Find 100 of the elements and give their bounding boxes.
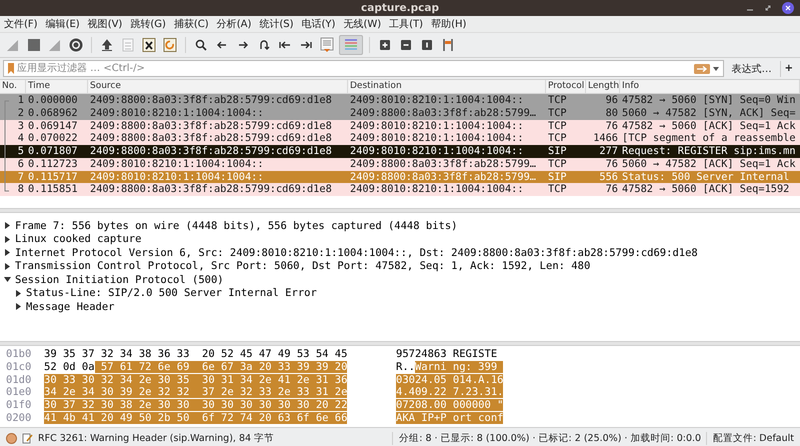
- expand-arrow-icon[interactable]: [4, 222, 11, 230]
- menu-item[interactable]: 编辑(E): [46, 17, 80, 31]
- close-file-icon[interactable]: [141, 37, 157, 53]
- upload-icon[interactable]: [99, 37, 115, 53]
- packet-row[interactable]: 8 0.115851 2409:8800:8a03:3f8f:ab28:5799:cd69:d1e8 2409:8010:8210:1:1004:1004:: TCP 76 47582 → 5060 [ACK] Seq=1592: [0, 183, 800, 196]
- table-cell-text: Status: 500 Server Internal: [621, 170, 790, 184]
- table-cell-text: 0.000000: [27, 94, 79, 107]
- table-cell-text: 2409:8800:8a03:3f8f:ab28:5799…: [349, 170, 537, 184]
- table-cell-text: 4: [16, 132, 25, 145]
- zoom-in-icon[interactable]: [377, 37, 393, 53]
- display-filter-field[interactable]: 应用显示过滤器 … <Ctrl-/>: [3, 60, 724, 77]
- column-header[interactable]: Length: [586, 80, 620, 93]
- table-cell-text: 2409:8800:8a03:3f8f:ab28:5799…: [349, 106, 537, 120]
- menu-item[interactable]: 分析(A): [216, 17, 252, 31]
- table-cell-text: 2409:8010:8210:1:1004:1004::: [349, 120, 525, 132]
- packet-row[interactable]: 2 0.068962 2409:8010:8210:1:1004:1004:: 2409:8800:8a03:3f8f:ab28:5799… TCP 80 5060 → 47582 [SYN, ACK] Seq=: [0, 106, 800, 120]
- pencil-icon[interactable]: [22, 432, 33, 444]
- byte-offset: 01b0: [5, 348, 32, 361]
- menu-item[interactable]: 帮助(H): [431, 17, 466, 31]
- table-cell-text: 76: [604, 120, 619, 132]
- dropdown-caret-icon[interactable]: [712, 66, 719, 70]
- table-cell-text: 2: [16, 106, 25, 120]
- autoscroll-icon[interactable]: [319, 37, 335, 53]
- table-cell-text: 2409:8010:8210:1:1004:1004::: [89, 170, 265, 184]
- table-cell-text: 1: [16, 94, 25, 107]
- field-info-text: RFC 3261: Warning Header (sip.Warning), 84 字节: [38, 432, 274, 444]
- expand-arrow-icon[interactable]: [15, 303, 22, 310]
- expand-arrow-icon[interactable]: [4, 236, 11, 243]
- maximize-icon[interactable]: [764, 4, 772, 12]
- tree-item[interactable]: Frame 7: 556 bytes on wire (4448 bits), 556 bytes captured (4448 bits): [15, 220, 458, 232]
- tree-item[interactable]: Transmission Control Protocol, Src Port: 5060, Dst Port: 47582, Seq: 1, Ack: 1592, Len: 480: [15, 260, 590, 272]
- expand-arrow-icon[interactable]: [4, 262, 11, 270]
- table-cell-text: TCP: [547, 132, 568, 145]
- tree-item[interactable]: Session Initiation Protocol (500): [15, 274, 224, 286]
- table-cell-text: 7: [16, 170, 25, 184]
- packet-row[interactable]: 4 0.070022 2409:8800:8a03:3f8f:ab28:5799:cd69:d1e8 2409:8010:8210:1:1004:1004:: TCP 1466 [TCP segment of a reassemble: [0, 132, 800, 145]
- column-header[interactable]: Protocol: [546, 80, 586, 93]
- reload-icon[interactable]: [162, 37, 178, 53]
- table-cell-text: 5: [16, 145, 25, 158]
- tree-item[interactable]: Linux cooked capture: [15, 233, 142, 246]
- normal-size-icon[interactable]: [419, 37, 435, 53]
- table-cell-text: 76: [604, 158, 619, 170]
- expand-arrow-icon[interactable]: [4, 249, 11, 256]
- table-cell-text: 2409:8800:8a03:3f8f:ab28:5799:cd69:d1e8: [89, 183, 333, 196]
- packet-row[interactable]: 5 0.071807 2409:8800:8a03:3f8f:ab28:5799:cd69:d1e8 2409:8010:8210:1:1004:1004:: SIP 277 Request: REGISTER sip:ims.mn: [0, 145, 800, 158]
- filter-input[interactable]: 应用显示过滤器 … <Ctrl-/>: [17, 62, 691, 75]
- table-cell-text: 47582 → 5060 [ACK] Seq=1592: [621, 183, 790, 196]
- table-cell-text: SIP: [547, 145, 568, 158]
- column-header[interactable]: Source: [88, 80, 348, 93]
- table-cell-text: 0.071807: [27, 145, 79, 158]
- profile-text[interactable]: 配置文件: Default: [706, 432, 794, 444]
- menu-item[interactable]: 视图(V): [88, 17, 122, 31]
- table-cell-text: 2409:8800:8a03:3f8f:ab28:5799…: [349, 158, 537, 170]
- search-icon[interactable]: [193, 37, 209, 53]
- byte-offset: 01f0: [5, 399, 32, 412]
- stop-icon[interactable]: [26, 37, 42, 53]
- column-header[interactable]: Destination: [348, 80, 546, 93]
- packet-row[interactable]: 1 0.000000 2409:8800:8a03:3f8f:ab28:5799:cd69:d1e8 2409:8010:8210:1:1004:1004:: TCP 96 47582 → 5060 [SYN] Seq=0 Win: [0, 94, 800, 107]
- hex-bytes[interactable]: 52 0d 0a: [44, 360, 95, 373]
- menu-item[interactable]: 工具(T): [389, 17, 424, 31]
- table-cell-text: 5060 → 47582 [SYN, ACK] Seq=: [621, 106, 797, 120]
- expand-arrow-icon[interactable]: [15, 290, 22, 297]
- zoom-out-icon[interactable]: [398, 37, 414, 53]
- menu-item[interactable]: 统计(S): [259, 17, 294, 31]
- packet-stats-text: 分组: 8 · 已显示: 8 (100.0%) · 已标记: 2 (25.0%) · 加载时间: 0:0.0: [392, 432, 702, 444]
- bookmark-icon[interactable]: [8, 63, 14, 74]
- ascii-bytes[interactable]: R..: [396, 360, 415, 373]
- table-cell-text: 47582 → 5060 [ACK] Seq=1 Ack: [621, 120, 797, 132]
- ascii-bytes[interactable]: 95724863 REGISTE: [396, 348, 498, 360]
- collapse-arrow-icon[interactable]: [4, 276, 11, 284]
- menu-item[interactable]: 无线(W): [343, 17, 382, 31]
- table-cell-text: 556: [598, 170, 619, 184]
- table-cell-text: [TCP segment of a reassemble: [621, 132, 797, 145]
- tree-item[interactable]: Internet Protocol Version 6, Src: 2409:8010:8210:1:1004:1004::, Dst: 2409:8800:8a03:3f8f:ab28:5799:cd69:d1e8: [15, 246, 698, 259]
- expression-button[interactable]: 表达式…: [728, 60, 776, 76]
- expert-info-icon[interactable]: [6, 432, 17, 444]
- table-cell-text: 2409:8800:8a03:3f8f:ab28:5799:cd69:d1e8: [89, 145, 333, 158]
- menu-item[interactable]: 电话(Y): [302, 17, 336, 31]
- packet-row[interactable]: 6 0.112723 2409:8010:8210:1:1004:1004:: 2409:8800:8a03:3f8f:ab28:5799… TCP 76 5060 → 47582 [ACK] Seq=1 Ack: [0, 158, 800, 170]
- byte-offset: 0200: [5, 412, 32, 425]
- column-header[interactable]: Time: [26, 80, 88, 93]
- byte-offset: 01d0: [5, 374, 32, 386]
- add-filter-button[interactable]: +: [780, 60, 797, 76]
- tree-item[interactable]: Status-Line: SIP/2.0 500 Server Internal Error: [26, 287, 317, 300]
- column-header[interactable]: No.: [0, 80, 26, 93]
- settings-icon[interactable]: [68, 37, 84, 53]
- table-cell-text: 2409:8010:8210:1:1004:1004::: [349, 132, 525, 145]
- table-cell-text: 1466: [592, 132, 619, 145]
- close-icon[interactable]: [782, 2, 794, 14]
- table-cell-text: 3: [16, 120, 25, 132]
- menu-item[interactable]: 跳转(G): [130, 17, 166, 31]
- table-cell-text: TCP: [547, 106, 568, 120]
- table-cell-text: 47582 → 5060 [SYN] Seq=0 Win: [621, 94, 797, 107]
- hex-bytes[interactable]: 39 35 37 32 34 38 36 33 20 52 45 47 49 53 54 45: [44, 348, 348, 360]
- tree-item[interactable]: Message Header: [26, 300, 115, 313]
- menu-item[interactable]: 文件(F): [4, 17, 38, 31]
- packet-row[interactable]: 3 0.069147 2409:8800:8a03:3f8f:ab28:5799:cd69:d1e8 2409:8010:8210:1:1004:1004:: TCP 76 47582 → 5060 [ACK] Seq=1 Ack: [0, 120, 800, 132]
- table-cell-text: 277: [598, 145, 619, 158]
- column-header[interactable]: Info: [620, 80, 800, 93]
- menu-item[interactable]: 捕获(C): [174, 17, 209, 31]
